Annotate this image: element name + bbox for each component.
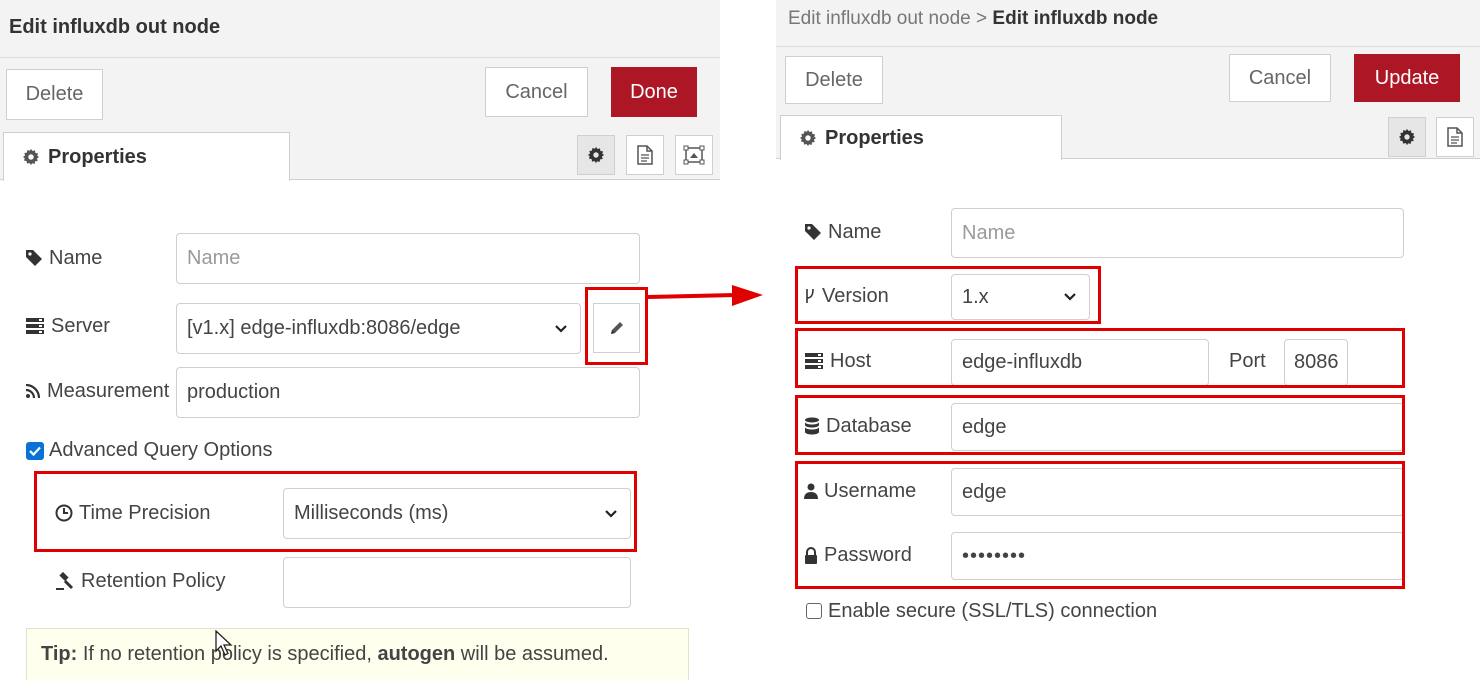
update-button[interactable]: Update [1354, 54, 1460, 102]
tip-prefix: Tip: [41, 643, 78, 665]
edit-influxdb-node-panel: Edit influxdb out node > Edit influxdb n… [776, 0, 1480, 680]
breadcrumb-parent[interactable]: Edit influxdb out node [788, 8, 971, 29]
mouse-cursor-icon [215, 629, 233, 661]
appearance-icon [683, 145, 705, 165]
time-precision-label: Time Precision [55, 500, 211, 526]
username-label: Username [804, 478, 916, 504]
tag-icon [25, 249, 43, 267]
delete-button[interactable]: Delete [6, 69, 103, 120]
server-icon [25, 317, 45, 335]
gear-icon [587, 146, 605, 164]
password-label: Password [804, 542, 912, 568]
tab-label: Properties [48, 145, 147, 168]
edit-influxdb-out-node-panel: Edit influxdb out node Delete Cancel Don… [0, 0, 721, 680]
tab-properties[interactable]: Properties [780, 115, 1062, 160]
database-label: Database [804, 413, 912, 439]
port-input[interactable]: 8086 [1284, 339, 1348, 386]
done-button[interactable]: Done [611, 67, 697, 117]
gear-icon [799, 129, 817, 147]
time-precision-select[interactable]: Milliseconds (ms) [283, 488, 631, 539]
edit-server-button[interactable] [593, 303, 640, 353]
port-label: Port [1229, 349, 1266, 372]
node-appearance-tab-button[interactable] [675, 135, 713, 175]
delete-button[interactable]: Delete [785, 56, 883, 104]
cancel-button[interactable]: Cancel [485, 67, 588, 117]
retention-policy-input[interactable] [283, 557, 631, 608]
tray-header: Edit influxdb out node [0, 0, 720, 58]
tab-properties[interactable]: Properties [3, 132, 290, 181]
user-icon [804, 483, 818, 499]
retention-policy-label: Retention Policy [55, 568, 226, 594]
database-input[interactable]: edge [951, 403, 1404, 451]
rss-icon [25, 383, 41, 399]
ssl-checkbox[interactable] [806, 603, 822, 619]
server-label: Server [25, 313, 110, 339]
clock-icon [55, 504, 73, 522]
chevron-down-icon [554, 322, 568, 336]
chevron-down-icon [1063, 290, 1077, 304]
cancel-button[interactable]: Cancel [1229, 54, 1331, 102]
name-input[interactable]: Name [951, 208, 1404, 258]
breadcrumb-separator: > [976, 8, 988, 29]
tray-toolbar: Delete Cancel Done [0, 58, 720, 131]
document-icon [636, 145, 654, 165]
server-select[interactable]: [v1.x] edge-influxdb:8086/edge [176, 303, 581, 354]
tray-title: Edit influxdb out node [9, 16, 221, 38]
tip-box: Tip: If no retention policy is specified… [26, 628, 689, 680]
ssl-label: Enable secure (SSL/TLS) connection [828, 599, 1158, 622]
gear-icon [1398, 128, 1416, 146]
host-label: Host [804, 348, 871, 374]
breadcrumb: Edit influxdb out node > Edit influxdb n… [788, 8, 1158, 30]
pencil-icon [609, 320, 625, 336]
node-description-tab-button[interactable] [1436, 117, 1474, 157]
version-label: Version [804, 283, 889, 309]
host-input[interactable]: edge-influxdb [951, 339, 1209, 386]
document-icon [1446, 127, 1464, 147]
username-input[interactable]: edge [951, 468, 1404, 516]
tip-bold-text: autogen [377, 643, 456, 665]
server-icon [804, 352, 824, 370]
measurement-label: Measurement [25, 378, 169, 404]
tray-toolbar: Delete Cancel Update [776, 47, 1480, 114]
password-input[interactable]: •••••••• [951, 532, 1404, 580]
measurement-input[interactable]: production [176, 367, 640, 418]
advanced-query-options-checkbox[interactable] [26, 442, 44, 460]
node-properties-tab-button[interactable] [577, 135, 615, 175]
advanced-query-options-label: Advanced Query Options [49, 438, 273, 461]
name-label: Name [25, 245, 102, 271]
tag-icon [804, 223, 822, 241]
breadcrumb-current: Edit influxdb node [992, 8, 1159, 29]
arrow-icon [648, 285, 763, 306]
node-description-tab-button[interactable] [626, 135, 664, 175]
tip-text-2: will be assumed. [455, 643, 609, 665]
gap [720, 0, 776, 680]
name-input[interactable]: Name [176, 233, 640, 284]
tray-header: Edit influxdb out node > Edit influxdb n… [776, 0, 1480, 47]
version-select[interactable]: 1.x [951, 274, 1090, 320]
chevron-down-icon [604, 507, 618, 521]
name-label: Name [804, 219, 881, 245]
tab-label: Properties [825, 126, 924, 149]
node-properties-tab-button[interactable] [1388, 117, 1426, 157]
lock-icon [804, 546, 818, 564]
gear-icon [22, 148, 40, 166]
gavel-icon [55, 572, 75, 590]
branch-icon [804, 287, 816, 305]
database-icon [804, 417, 820, 435]
